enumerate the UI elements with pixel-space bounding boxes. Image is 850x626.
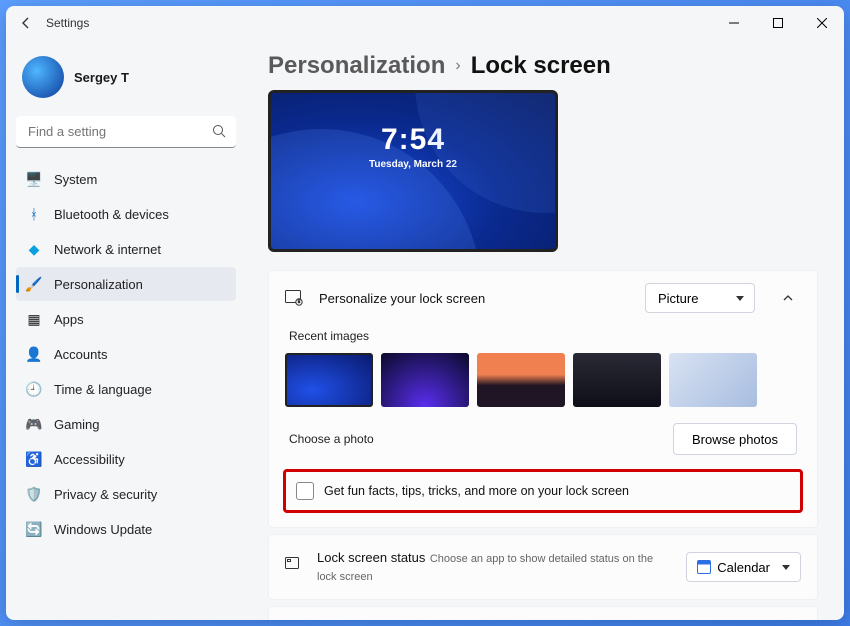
sidebar-item-label: Apps [54, 312, 84, 327]
recent-image-thumb[interactable] [285, 353, 373, 407]
status-app-dropdown[interactable]: Calendar [686, 552, 801, 582]
lock-status-row[interactable]: Lock screen status Choose an app to show… [269, 535, 817, 599]
sidebar-item-label: Personalization [54, 277, 143, 292]
fun-facts-row-highlighted: Get fun facts, tips, tricks, and more on… [283, 469, 803, 513]
brush-icon: 🖌️ [26, 276, 42, 292]
close-button[interactable] [800, 6, 844, 40]
titlebar-left: Settings [16, 13, 89, 33]
chevron-right-icon: › [455, 57, 460, 75]
personalize-title: Personalize your lock screen [319, 291, 631, 306]
sidebar-item-label: Time & language [54, 382, 152, 397]
breadcrumb: Personalization › Lock screen [268, 52, 818, 80]
fun-facts-checkbox[interactable] [296, 482, 314, 500]
window-controls [712, 6, 844, 40]
sidebar-item-apps[interactable]: ▦ Apps [16, 302, 236, 336]
minimize-button[interactable] [712, 6, 756, 40]
preview-clock: 7:54 Tuesday, March 22 [271, 123, 555, 170]
gaming-icon: 🎮 [26, 416, 42, 432]
back-button[interactable] [16, 13, 36, 33]
recent-images-label: Recent images [289, 329, 801, 343]
search-icon [212, 124, 226, 143]
user-name: Sergey T [74, 70, 129, 85]
bluetooth-icon: ᚼ [26, 206, 42, 222]
sidebar-item-label: Accessibility [54, 452, 125, 467]
sidebar-item-update[interactable]: 🔄 Windows Update [16, 512, 236, 546]
sidebar-item-network[interactable]: ◆ Network & internet [16, 232, 236, 266]
fun-facts-label: Get fun facts, tips, tricks, and more on… [324, 484, 629, 498]
browse-photos-button[interactable]: Browse photos [673, 423, 797, 455]
sidebar-item-privacy[interactable]: 🛡️ Privacy & security [16, 477, 236, 511]
sidebar-item-label: Bluetooth & devices [54, 207, 169, 222]
picture-lock-icon [285, 288, 305, 308]
user-block[interactable]: Sergey T [16, 48, 236, 116]
apps-icon: ▦ [26, 311, 42, 327]
personalize-card-header[interactable]: Personalize your lock screen Picture [269, 271, 817, 325]
breadcrumb-parent[interactable]: Personalization [268, 52, 445, 80]
sidebar-item-system[interactable]: 🖥️ System [16, 162, 236, 196]
signin-bg-card: Show the lock screen background picture … [268, 606, 818, 620]
search-box [16, 116, 236, 148]
lock-status-title: Lock screen status [317, 550, 425, 565]
choose-photo-row: Choose a photo Browse photos [289, 423, 797, 455]
lock-status-card: Lock screen status Choose an app to show… [268, 534, 818, 600]
titlebar: Settings [6, 6, 844, 40]
maximize-button[interactable] [756, 6, 800, 40]
wifi-icon: ◆ [26, 241, 42, 257]
sidebar-item-time[interactable]: 🕘 Time & language [16, 372, 236, 406]
lock-status-text: Lock screen status Choose an app to show… [317, 549, 672, 585]
recent-image-thumb[interactable] [477, 353, 565, 407]
clock-icon: 🕘 [26, 381, 42, 397]
sidebar-item-personalization[interactable]: 🖌️ Personalization [16, 267, 236, 301]
background-type-dropdown[interactable]: Picture [645, 283, 755, 313]
accessibility-icon: ♿ [26, 451, 42, 467]
update-icon: 🔄 [26, 521, 42, 537]
collapse-button[interactable] [775, 285, 801, 311]
lock-screen-preview: 7:54 Tuesday, March 22 [268, 90, 558, 252]
nav-list: 🖥️ System ᚼ Bluetooth & devices ◆ Network &… [16, 162, 236, 546]
status-icon [285, 557, 303, 578]
content: Sergey T 🖥️ System ᚼ Bluetooth & devices ◆… [6, 40, 844, 620]
calendar-icon [697, 560, 711, 574]
window-title: Settings [46, 16, 89, 30]
shield-icon: 🛡️ [26, 486, 42, 502]
personalize-card: Personalize your lock screen Picture Rec… [268, 270, 818, 528]
main-panel: Personalization › Lock screen 7:54 Tuesd… [246, 40, 844, 620]
sidebar-item-bluetooth[interactable]: ᚼ Bluetooth & devices [16, 197, 236, 231]
recent-image-thumb[interactable] [573, 353, 661, 407]
sidebar-item-accounts[interactable]: 👤 Accounts [16, 337, 236, 371]
sidebar: Sergey T 🖥️ System ᚼ Bluetooth & devices ◆… [6, 40, 246, 620]
breadcrumb-current: Lock screen [471, 52, 611, 80]
signin-bg-row[interactable]: Show the lock screen background picture … [269, 607, 817, 620]
avatar [22, 56, 64, 98]
sidebar-item-gaming[interactable]: 🎮 Gaming [16, 407, 236, 441]
preview-time: 7:54 [271, 123, 555, 157]
system-icon: 🖥️ [26, 171, 42, 187]
sidebar-item-label: System [54, 172, 97, 187]
preview-date: Tuesday, March 22 [271, 159, 555, 170]
recent-image-thumb[interactable] [381, 353, 469, 407]
choose-photo-label: Choose a photo [289, 432, 374, 446]
sidebar-item-accessibility[interactable]: ♿ Accessibility [16, 442, 236, 476]
search-input[interactable] [16, 116, 236, 148]
sidebar-item-label: Accounts [54, 347, 107, 362]
sidebar-item-label: Network & internet [54, 242, 161, 257]
sidebar-item-label: Gaming [54, 417, 100, 432]
sidebar-item-label: Privacy & security [54, 487, 157, 502]
settings-window: Settings Sergey T 🖥️ System ᚼ Bluetooth & … [6, 6, 844, 620]
recent-image-thumb[interactable] [669, 353, 757, 407]
personalize-card-body: Recent images Choose a photo Browse phot… [269, 329, 817, 527]
recent-images-row [285, 353, 801, 407]
sidebar-item-label: Windows Update [54, 522, 152, 537]
accounts-icon: 👤 [26, 346, 42, 362]
